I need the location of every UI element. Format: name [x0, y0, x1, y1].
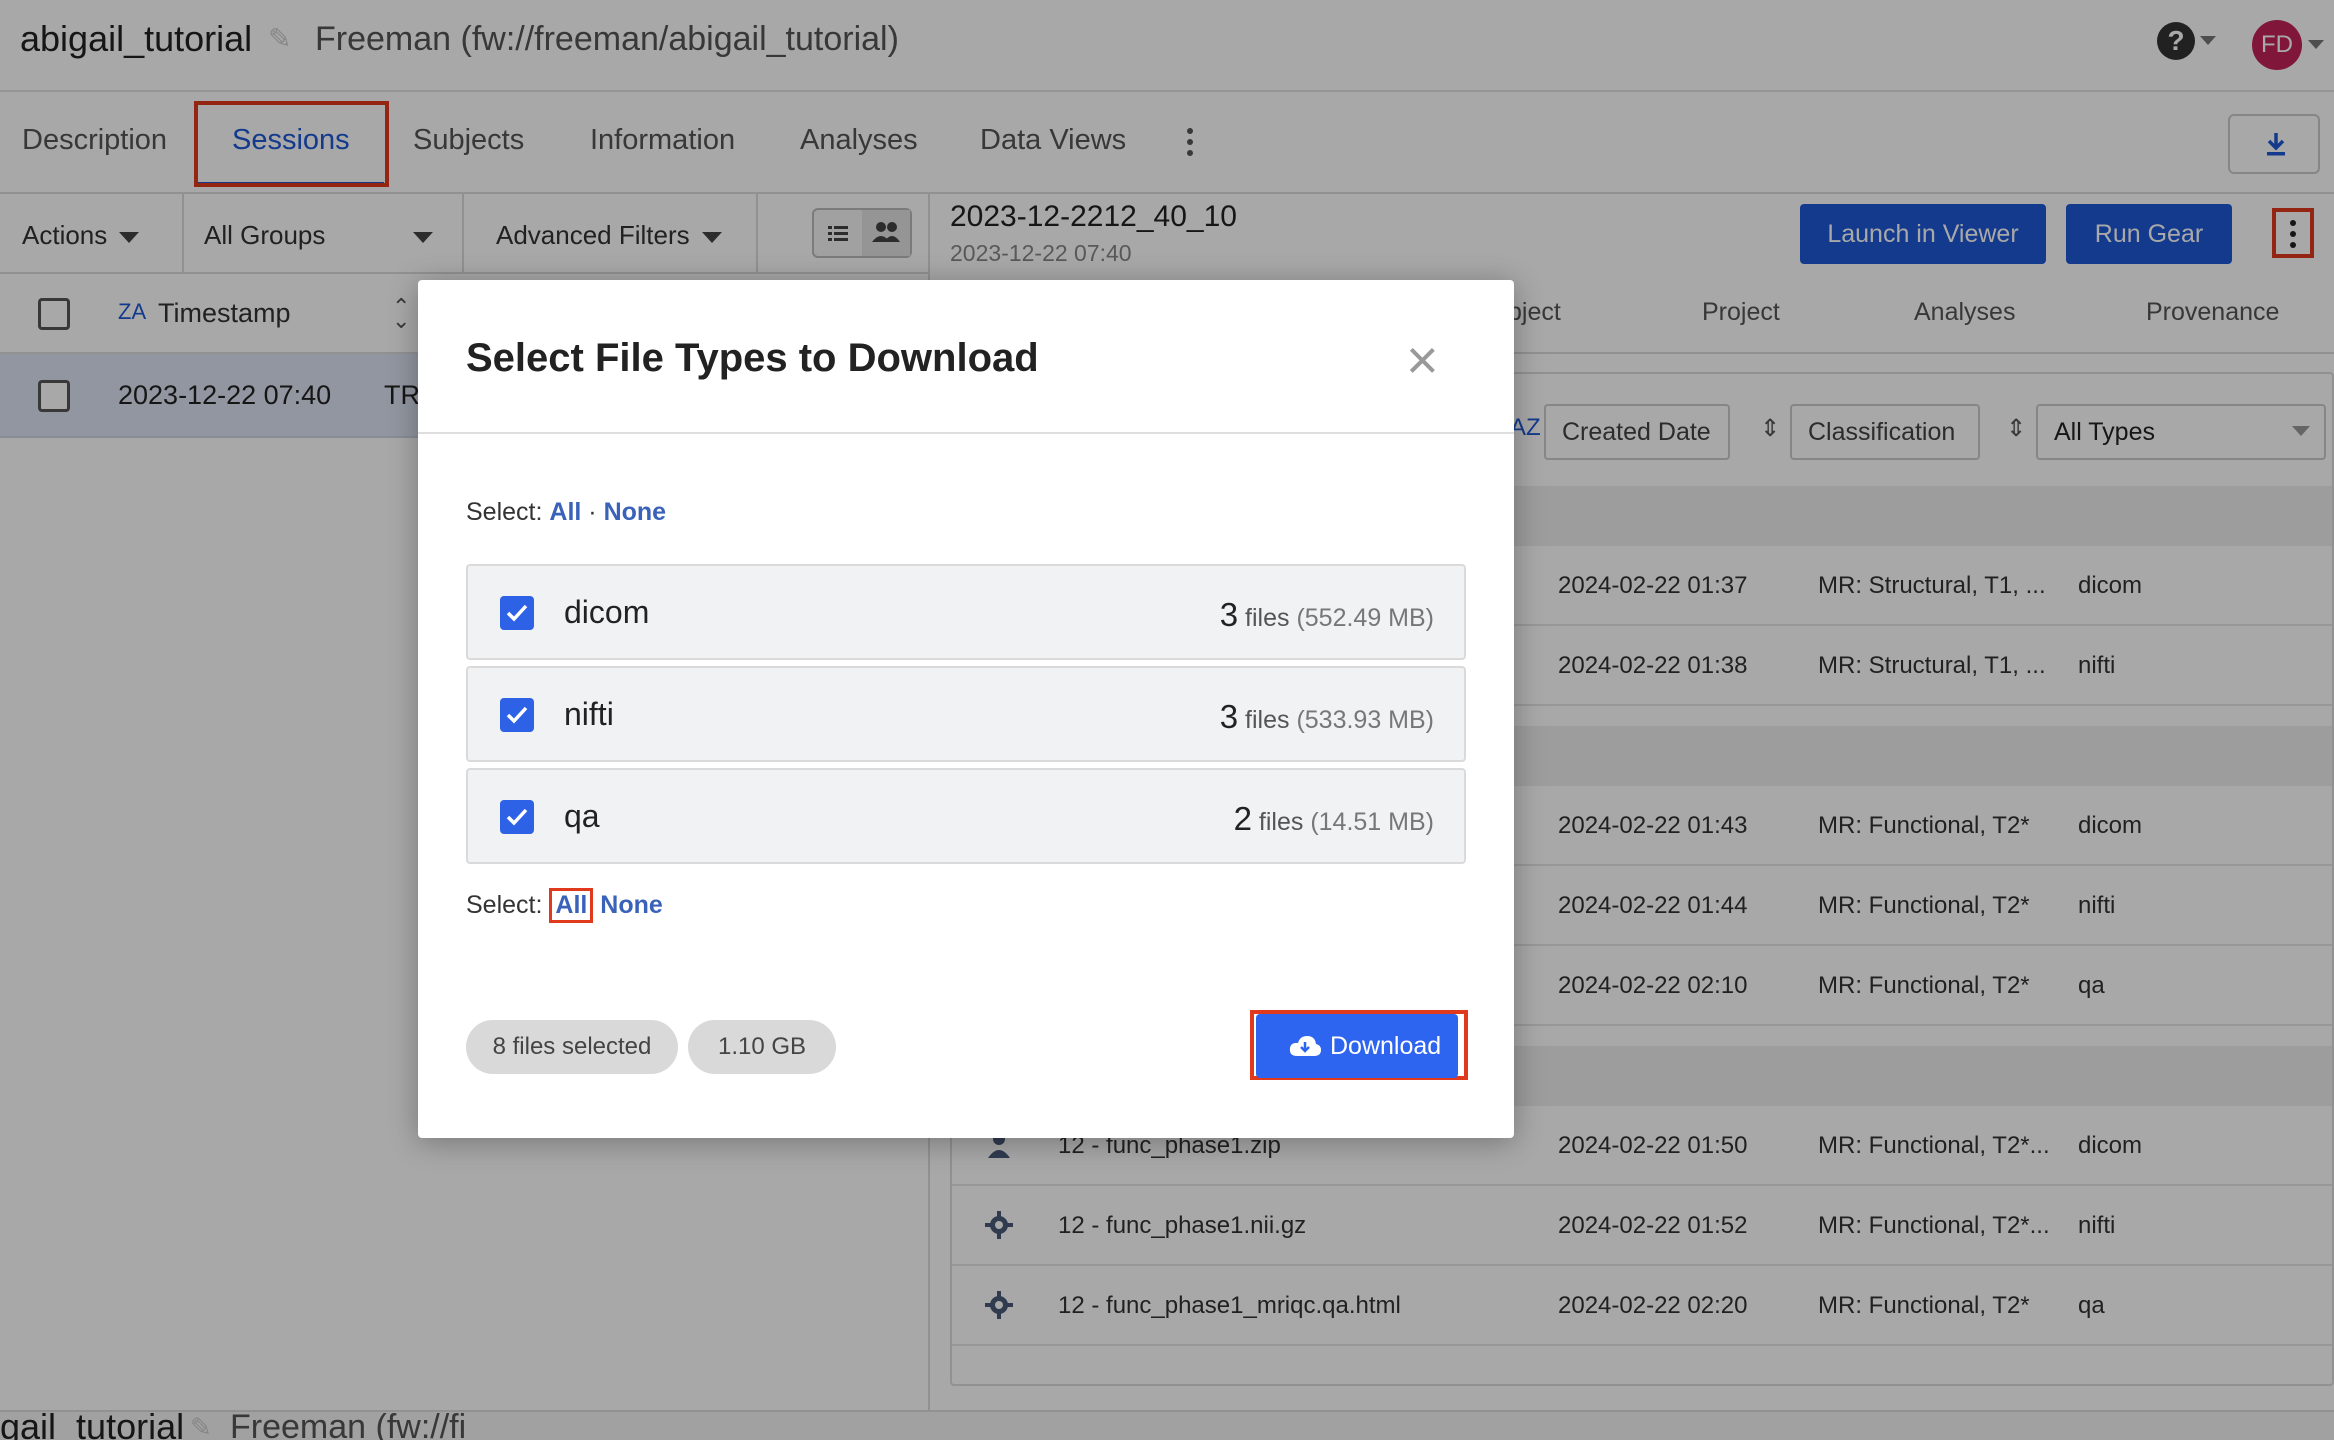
file-count: 2 [1233, 800, 1252, 837]
file-size: (14.51 MB) [1310, 808, 1434, 836]
file-unit: files [1245, 706, 1290, 734]
file-type-row-nifti[interactable]: nifti 3 files (533.93 MB) [466, 666, 1466, 762]
download-button[interactable]: Download [1256, 1014, 1458, 1078]
checkmark-icon [506, 604, 528, 622]
file-size: (533.93 MB) [1296, 706, 1434, 734]
download-modal: Select File Types to Download × Select: … [418, 280, 1514, 1138]
modal-header: Select File Types to Download × [418, 280, 1514, 434]
files-selected-badge: 8 files selected [466, 1020, 678, 1074]
qa-checkbox[interactable] [500, 800, 534, 834]
separator-dot: · [588, 498, 597, 526]
file-type-count: 3 files (533.93 MB) [1220, 698, 1434, 736]
select-none-link[interactable]: None [600, 891, 663, 919]
file-type-row-qa[interactable]: qa 2 files (14.51 MB) [466, 768, 1466, 864]
file-type-name: dicom [564, 594, 650, 630]
nifti-checkbox[interactable] [500, 698, 534, 732]
file-type-count: 2 files (14.51 MB) [1234, 800, 1434, 838]
file-unit: files [1245, 604, 1290, 632]
select-line-bottom: Select: All None [466, 888, 663, 923]
select-all-link[interactable]: All [549, 888, 594, 923]
cloud-download-icon [1289, 1036, 1321, 1056]
dicom-checkbox[interactable] [500, 596, 534, 630]
file-type-name: nifti [564, 696, 614, 732]
file-count: 3 [1219, 596, 1239, 633]
file-type-count: 3 files (552.49 MB) [1220, 596, 1434, 634]
select-label: Select: [466, 891, 543, 919]
file-count: 3 [1219, 698, 1239, 735]
file-type-row-dicom[interactable]: dicom 3 files (552.49 MB) [466, 564, 1466, 660]
close-icon[interactable]: × [1406, 332, 1439, 388]
download-label: Download [1330, 1032, 1442, 1060]
select-none-link[interactable]: None [604, 498, 667, 526]
checkmark-icon [506, 808, 528, 826]
file-unit: files [1258, 808, 1304, 836]
select-label: Select: [466, 498, 543, 526]
total-size-badge: 1.10 GB [688, 1020, 836, 1074]
file-type-name: qa [564, 798, 600, 834]
file-size: (552.49 MB) [1296, 604, 1434, 632]
modal-title: Select File Types to Download [466, 336, 1039, 380]
select-all-link[interactable]: All [549, 498, 581, 526]
checkmark-icon [506, 706, 528, 724]
select-line-top: Select: All · None [466, 498, 666, 527]
